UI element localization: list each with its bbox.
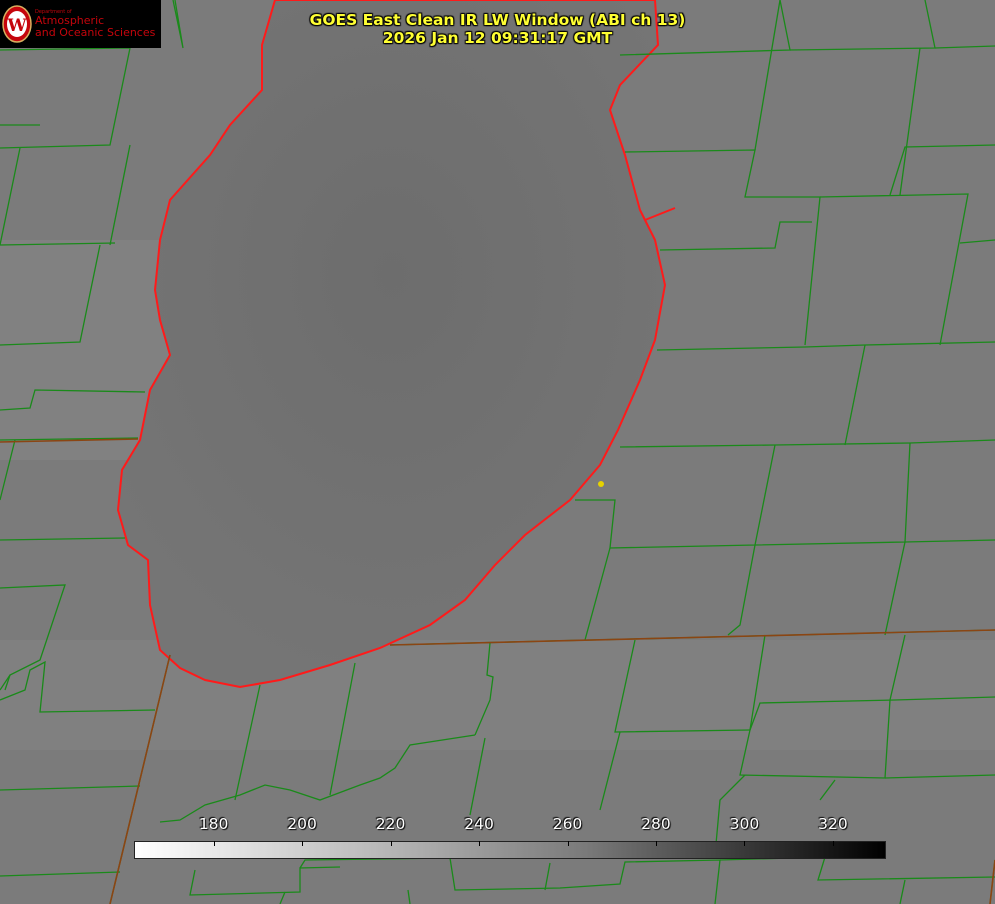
colorbar-tick-label: 260 [552, 815, 583, 833]
colorbar-tick-label: 220 [375, 815, 406, 833]
station-marker [598, 481, 604, 487]
colorbar-tick-label: 180 [198, 815, 229, 833]
colorbar-tick-label: 320 [818, 815, 848, 833]
colorbar-tick [302, 841, 304, 846]
colorbar-tick [390, 841, 392, 846]
colorbar-tick-label: 200 [287, 815, 317, 833]
colorbar-tick-label: 240 [464, 815, 494, 833]
colorbar-tick [567, 841, 569, 846]
colorbar-tick [744, 841, 746, 846]
cloud-band [0, 640, 995, 750]
colorbar-tick [832, 841, 834, 846]
colorbar [134, 841, 886, 859]
colorbar-tick [479, 841, 481, 846]
title-line-2: 2026 Jan 12 09:31:17 GMT [382, 29, 613, 47]
colorbar-tick-label: 300 [729, 815, 760, 833]
satellite-map [0, 0, 995, 904]
title-line-1: GOES East Clean IR LW Window (ABI ch 13) [309, 11, 686, 29]
colorbar-tick [213, 841, 215, 846]
image-title: GOES East Clean IR LW Window (ABI ch 13)… [0, 11, 995, 47]
colorbar-tick [655, 841, 657, 846]
colorbar-tick-label: 280 [641, 815, 671, 833]
